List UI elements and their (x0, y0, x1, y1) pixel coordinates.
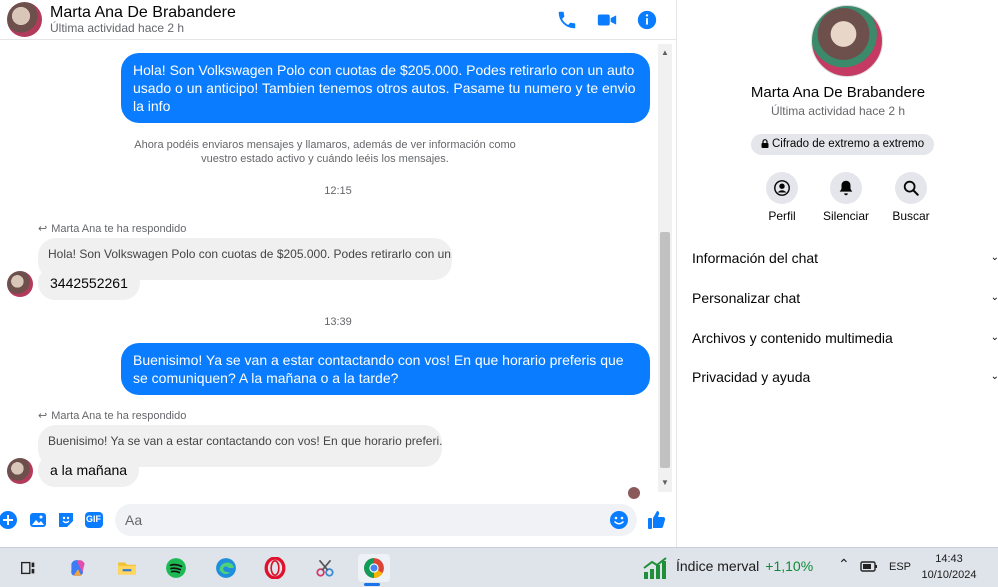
scroll-down-icon[interactable]: ▼ (661, 478, 669, 487)
timestamp: 13:39 (324, 316, 352, 328)
gif-icon[interactable]: GIF (84, 510, 104, 530)
copilot-icon[interactable] (64, 554, 92, 582)
stock-change: +1,10% (765, 558, 814, 574)
message-input-box[interactable] (115, 504, 637, 536)
spotify-icon[interactable] (162, 554, 190, 582)
emoji-icon[interactable] (609, 510, 629, 530)
chrome-icon[interactable] (358, 554, 390, 586)
windows-taskbar: Índice merval +1,10% ⌃ ESP 14:43 10/10/20… (0, 547, 998, 587)
chevron-down-icon: ⌄ (990, 332, 998, 343)
stock-widget[interactable]: Índice merval +1,10% (676, 558, 813, 574)
section-label: Personalizar chat (692, 290, 801, 306)
stock-name: Índice merval (676, 558, 760, 574)
chevron-down-icon: ⌄ (990, 252, 998, 263)
info-icon[interactable] (636, 9, 658, 31)
task-view-icon[interactable] (14, 554, 42, 582)
panel-contact-name: Marta Ana De Brabandere (750, 84, 926, 101)
contact-avatar[interactable] (7, 2, 42, 37)
chevron-down-icon: ⌄ (990, 371, 998, 382)
outgoing-message[interactable]: Hola! Son Volkswagen Polo con cuotas de … (121, 53, 650, 123)
network-icon[interactable] (860, 559, 878, 576)
panel-contact-status: Última actividad hace 2 h (770, 104, 906, 118)
clock-date: 10/10/2024 (921, 569, 977, 581)
sticker-icon[interactable] (56, 510, 76, 530)
section-media-files[interactable]: Archivos y contenido multimedia ⌄ (692, 330, 998, 346)
contact-status: Última actividad hace 2 h (50, 21, 185, 35)
phone-icon[interactable] (556, 9, 578, 31)
search-button[interactable]: Buscar (881, 172, 941, 223)
section-label: Archivos y contenido multimedia (692, 330, 893, 346)
message-input[interactable] (115, 504, 595, 536)
chat-scrollbar[interactable]: ▲ ▼ (658, 44, 672, 492)
read-receipt-avatar (628, 487, 640, 499)
scrollbar-thumb[interactable] (660, 232, 670, 468)
active-app-indicator (364, 583, 380, 586)
stock-chart-icon[interactable] (642, 556, 668, 580)
chevron-down-icon: ⌄ (990, 292, 998, 303)
mute-button-label: Silenciar (822, 209, 870, 223)
contact-mini-avatar (7, 271, 33, 297)
like-icon[interactable] (646, 509, 668, 531)
reply-arrow-icon: ↩ (38, 223, 48, 235)
section-label: Privacidad y ayuda (692, 369, 811, 385)
section-label: Información del chat (692, 250, 819, 266)
image-icon[interactable] (28, 510, 48, 530)
system-clock[interactable]: 14:43 10/10/2024 (918, 551, 980, 583)
chat-details-panel: Marta Ana De Brabandere Última actividad… (676, 0, 998, 547)
reply-indicator: ↩ Marta Ana te ha respondido (38, 222, 186, 235)
profile-button-label: Perfil (768, 209, 796, 223)
chat-header: Marta Ana De Brabandere Última actividad… (0, 0, 676, 40)
system-notice: Ahora podéis enviaros mensajes y llamaro… (134, 139, 516, 165)
reply-indicator: ↩ Marta Ana te ha respondido (38, 409, 186, 422)
incoming-message[interactable]: 3442552261 (38, 266, 140, 300)
outgoing-message[interactable]: Buenisimo! Ya se van a estar contactando… (121, 343, 650, 395)
add-icon[interactable] (0, 510, 18, 530)
clock-time: 14:43 (935, 553, 963, 565)
contact-profile-photo[interactable] (811, 5, 883, 77)
section-privacy-help[interactable]: Privacidad y ayuda ⌄ (692, 369, 998, 385)
reply-arrow-icon: ↩ (38, 410, 48, 422)
mute-button[interactable]: Silenciar (816, 172, 876, 223)
edge-icon[interactable] (212, 554, 240, 582)
chevron-up-icon[interactable]: ⌃ (838, 556, 850, 573)
snipping-tool-icon[interactable] (311, 554, 339, 582)
video-icon[interactable] (596, 9, 618, 31)
profile-button[interactable]: Perfil (752, 172, 812, 223)
reply-label-text: Marta Ana te ha respondido (51, 410, 187, 422)
lock-icon (761, 135, 769, 148)
language-indicator[interactable]: ESP (889, 561, 911, 573)
gif-label: GIF (86, 514, 101, 524)
search-icon (895, 172, 927, 204)
encryption-label: Cifrado de extremo a extremo (772, 138, 925, 150)
scroll-up-icon[interactable]: ▲ (661, 48, 669, 57)
bell-icon (830, 172, 862, 204)
reply-label-text: Marta Ana te ha respondido (51, 223, 187, 235)
profile-icon (766, 172, 798, 204)
section-customize-chat[interactable]: Personalizar chat ⌄ (692, 290, 998, 306)
encryption-badge[interactable]: Cifrado de extremo a extremo (751, 134, 935, 155)
message-composer: GIF (0, 500, 676, 540)
search-button-label: Buscar (892, 209, 930, 223)
contact-mini-avatar (7, 458, 33, 484)
timestamp: 12:15 (324, 185, 352, 197)
contact-name[interactable]: Marta Ana De Brabandere (50, 4, 236, 22)
file-explorer-icon[interactable] (113, 554, 141, 582)
opera-icon[interactable] (261, 554, 289, 582)
messenger-window: Marta Ana De Brabandere Última actividad… (0, 0, 998, 547)
incoming-message[interactable]: a la mañana (38, 453, 140, 487)
section-chat-info[interactable]: Información del chat ⌄ (692, 250, 998, 266)
